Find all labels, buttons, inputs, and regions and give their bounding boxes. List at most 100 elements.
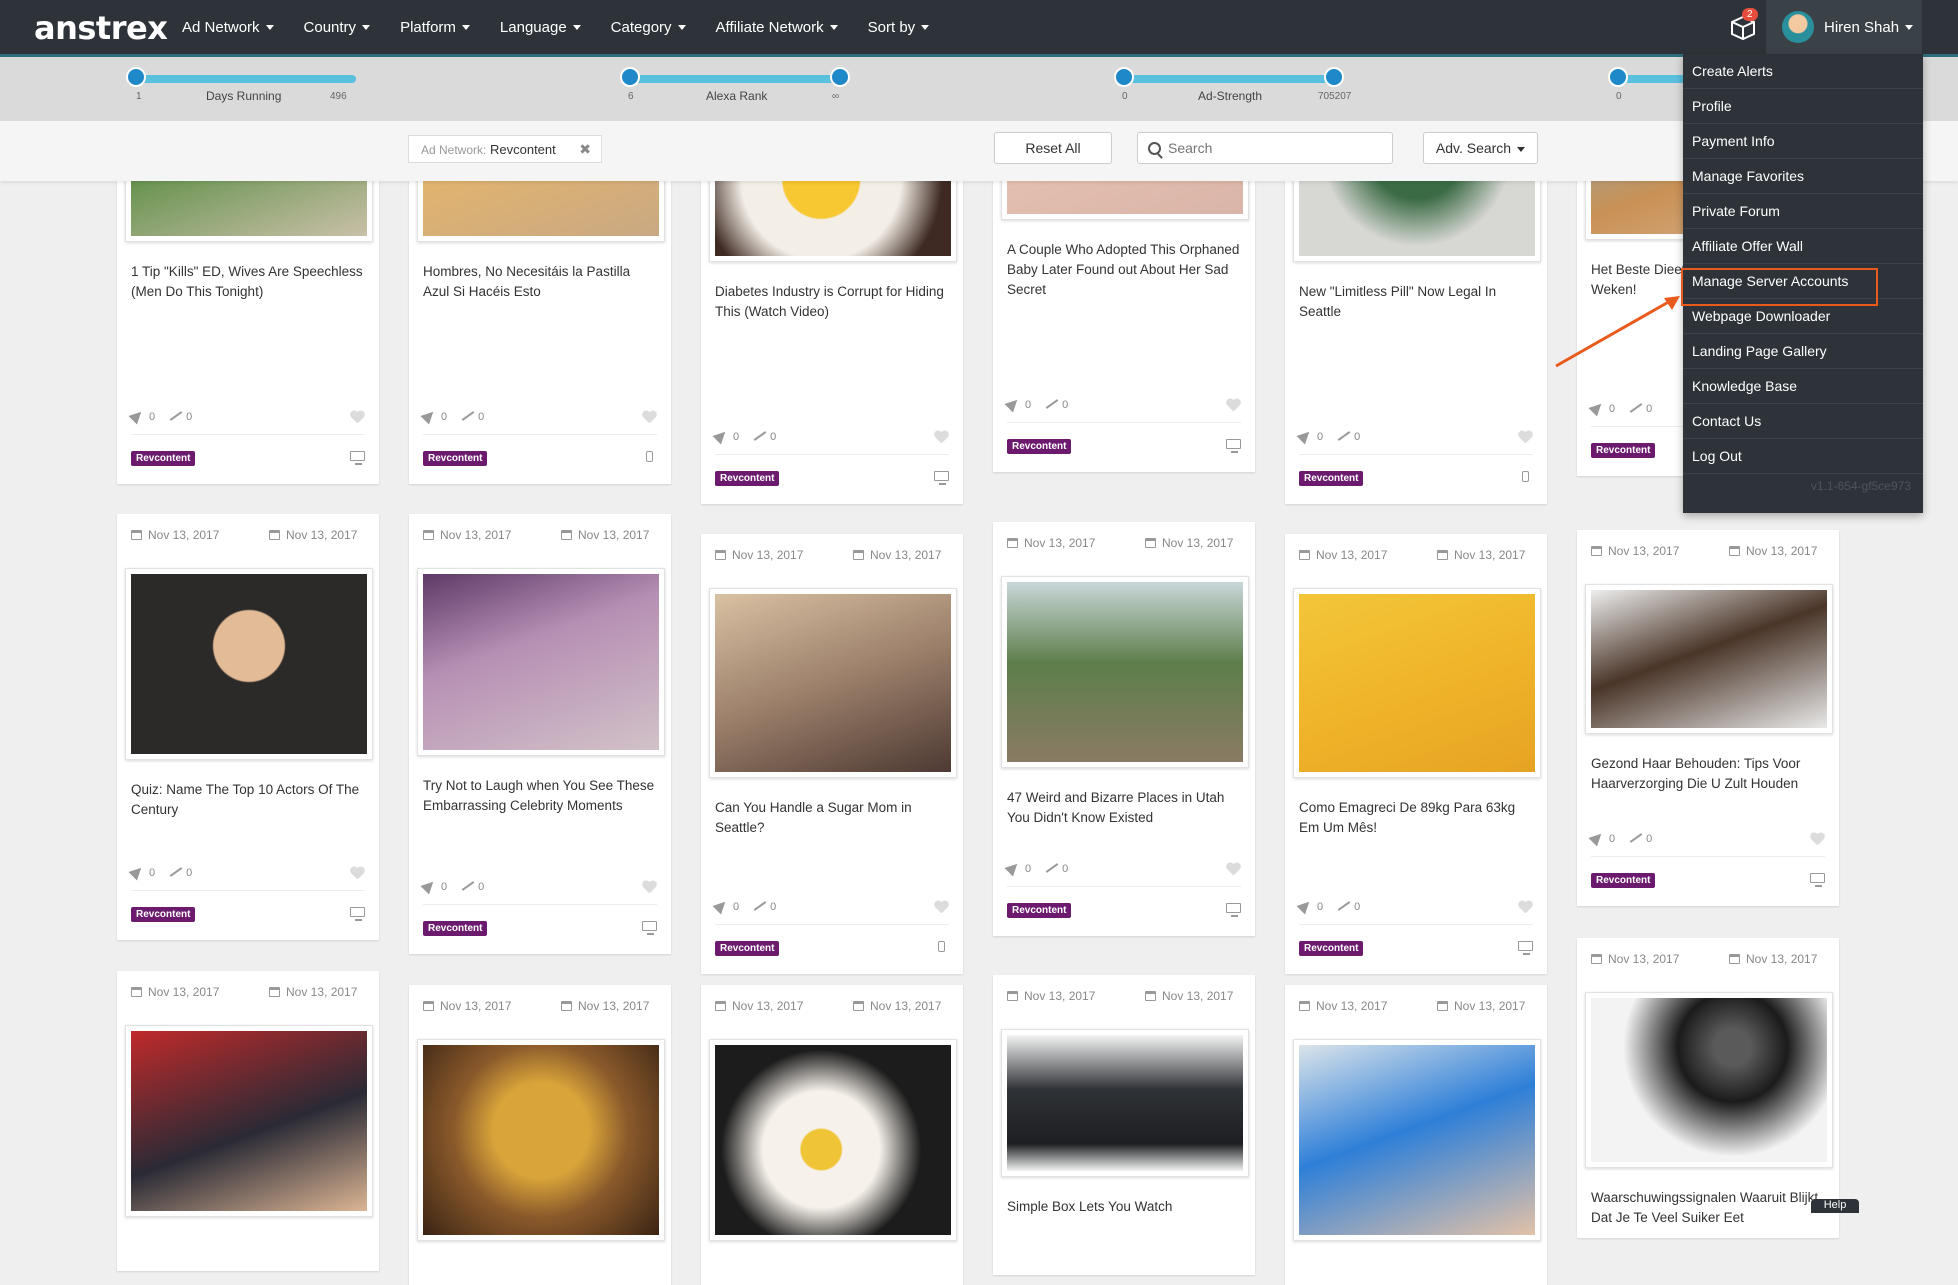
first-seen-date: Nov 13, 2017	[715, 999, 803, 1013]
ad-thumbnail[interactable]	[1293, 588, 1541, 778]
calendar-icon	[1729, 546, 1740, 556]
menu-profile[interactable]: Profile	[1683, 89, 1923, 124]
menu-log-out[interactable]: Log Out	[1683, 439, 1923, 474]
slider-handle-min[interactable]	[1114, 67, 1134, 87]
ad-card[interactable]: Nov 13, 2017 Nov 13, 2017 Try Not to Laugh…	[409, 514, 671, 954]
chevron-down-icon	[829, 25, 838, 31]
last-seen-text: Nov 13, 2017	[1162, 536, 1234, 550]
menu-contact-us[interactable]: Contact Us	[1683, 404, 1923, 439]
trend-icon	[1629, 404, 1642, 413]
ad-title[interactable]: Como Emagreci De 89kg Para 63kg Em Um Mê…	[1299, 798, 1535, 838]
trend-count: 0	[478, 411, 485, 423]
ad-title[interactable]: Waarschuwingssignalen Waaruit Blijkt Dat…	[1591, 1188, 1827, 1228]
menu-create-alerts[interactable]: Create Alerts	[1683, 54, 1923, 89]
ad-image	[131, 574, 367, 754]
menu-affiliate-offer-wall[interactable]: Affiliate Offer Wall	[1683, 229, 1923, 264]
slider-ad-strength[interactable]: 0 Ad-Strength 705207	[1114, 57, 1354, 121]
ad-card[interactable]: Nov 13, 2017 Nov 13, 2017 Gezond Haar Beho…	[1577, 530, 1839, 906]
ad-title[interactable]: Gezond Haar Behouden: Tips Voor Haarverz…	[1591, 754, 1827, 794]
heart-icon[interactable]	[1226, 399, 1241, 412]
heart-icon[interactable]	[1518, 431, 1533, 444]
ad-thumbnail[interactable]	[125, 568, 373, 760]
heart-icon[interactable]	[642, 881, 657, 894]
ad-title[interactable]: Hombres, No Necesitáis la Pastilla Azul …	[423, 262, 659, 302]
first-seen-date: Nov 13, 2017	[1007, 989, 1095, 1003]
ad-card[interactable]: Nov 13, 2017 Nov 13, 2017 Can You Handle a…	[701, 534, 963, 974]
desktop-icon	[934, 471, 949, 485]
ad-card[interactable]: Nov 13, 2017 Nov 13, 2017 Simple Box Lets …	[993, 975, 1255, 1275]
ad-network-badge: Revcontent	[1591, 873, 1656, 888]
ad-title[interactable]: Diabetes Industry is Corrupt for Hiding …	[715, 282, 951, 322]
ad-card[interactable]: Nov 13, 2017 Nov 13, 2017	[701, 985, 963, 1285]
ad-title[interactable]: A Couple Who Adopted This Orphaned Baby …	[1007, 240, 1243, 300]
first-seen-text: Nov 13, 2017	[1316, 999, 1388, 1013]
slider-handle-min[interactable]	[126, 67, 146, 87]
slider-handle-max[interactable]	[830, 67, 850, 87]
ad-title[interactable]: Try Not to Laugh when You See These Emba…	[423, 776, 659, 816]
ad-card[interactable]: Nov 13, 2017 Nov 13, 2017	[117, 971, 379, 1271]
nav-category[interactable]: Category	[611, 19, 686, 36]
nav-language[interactable]: Language	[500, 19, 581, 36]
ad-thumbnail[interactable]	[417, 1039, 665, 1241]
ad-title[interactable]: 47 Weird and Bizarre Places in Utah You …	[1007, 788, 1243, 828]
ad-title[interactable]: Simple Box Lets You Watch	[1007, 1197, 1243, 1217]
card-divider	[423, 434, 657, 435]
help-tab[interactable]: Help	[1811, 1199, 1859, 1213]
slider-handle-max[interactable]	[1324, 67, 1344, 87]
slider-min: 0	[1616, 91, 1622, 102]
chevron-down-icon	[362, 25, 371, 31]
slider-alexa-rank[interactable]: 6 Alexa Rank ∞	[620, 57, 860, 121]
menu-manage-favorites[interactable]: Manage Favorites	[1683, 159, 1923, 194]
ad-title[interactable]: Can You Handle a Sugar Mom in Seattle?	[715, 798, 951, 838]
heart-icon[interactable]	[350, 411, 365, 424]
user-menu-toggle[interactable]: Hiren Shah	[1766, 0, 1922, 54]
ad-thumbnail[interactable]	[1293, 1039, 1541, 1241]
menu-landing-page-gallery[interactable]: Landing Page Gallery	[1683, 334, 1923, 369]
heart-icon[interactable]	[642, 411, 657, 424]
menu-private-forum[interactable]: Private Forum	[1683, 194, 1923, 229]
ad-thumbnail[interactable]	[709, 588, 957, 778]
reset-all-button[interactable]: Reset All	[994, 132, 1112, 164]
nav-sort-by[interactable]: Sort by	[868, 19, 930, 36]
trend-icon	[461, 882, 474, 891]
ad-title[interactable]: New "Limitless Pill" Now Legal In Seattl…	[1299, 282, 1535, 322]
ad-thumbnail[interactable]	[1585, 992, 1833, 1168]
heart-icon[interactable]	[350, 867, 365, 880]
menu-payment-info[interactable]: Payment Info	[1683, 124, 1923, 159]
heart-icon[interactable]	[934, 901, 949, 914]
heart-icon[interactable]	[1226, 863, 1241, 876]
adv-search-button[interactable]: Adv. Search	[1423, 132, 1538, 164]
anstrex-logo[interactable]: anstrex	[34, 9, 168, 47]
search-input[interactable]	[1166, 139, 1390, 157]
slider-handle-min[interactable]	[1608, 67, 1628, 87]
ad-thumbnail[interactable]	[1585, 584, 1833, 734]
slider-handle-min[interactable]	[620, 67, 640, 87]
heart-icon[interactable]	[1810, 833, 1825, 846]
ad-thumbnail[interactable]	[709, 1039, 957, 1241]
ad-card[interactable]: Nov 13, 2017 Nov 13, 2017 47 Weird and Biz…	[993, 522, 1255, 936]
ad-card[interactable]: Nov 13, 2017 Nov 13, 2017 Waarschuwingssig…	[1577, 938, 1839, 1238]
trend-count: 0	[770, 431, 777, 443]
close-icon[interactable]: ✖	[579, 141, 591, 158]
desktop-icon	[350, 451, 365, 465]
ad-card[interactable]: Nov 13, 2017 Nov 13, 2017 Como Emagreci De…	[1285, 534, 1547, 974]
heart-icon[interactable]	[934, 431, 949, 444]
heart-icon[interactable]	[1518, 901, 1533, 914]
ad-thumbnail[interactable]	[125, 1025, 373, 1217]
nav-affiliate-network[interactable]: Affiliate Network	[716, 19, 838, 36]
ad-title[interactable]: Quiz: Name The Top 10 Actors Of The Cent…	[131, 780, 367, 820]
ad-card[interactable]: Nov 13, 2017 Nov 13, 2017	[1285, 985, 1547, 1285]
ad-title[interactable]: 1 Tip "Kills" ED, Wives Are Speechless (…	[131, 262, 367, 302]
ad-thumbnail[interactable]	[417, 568, 665, 756]
ad-card[interactable]: Nov 13, 2017 Nov 13, 2017	[409, 985, 671, 1285]
slider-days-running[interactable]: 1 Days Running 496	[126, 57, 366, 121]
slider-fourth[interactable]: 0	[1608, 57, 1688, 121]
menu-knowledge-base[interactable]: Knowledge Base	[1683, 369, 1923, 404]
nav-country[interactable]: Country	[304, 19, 371, 36]
ad-network-badge: Revcontent	[423, 451, 488, 466]
ad-thumbnail[interactable]	[1001, 1029, 1249, 1177]
nav-ad-network[interactable]: Ad Network	[182, 19, 274, 36]
ad-thumbnail[interactable]	[1001, 576, 1249, 768]
nav-platform[interactable]: Platform	[400, 19, 470, 36]
ad-card[interactable]: Nov 13, 2017 Nov 13, 2017 Quiz: Name The T…	[117, 514, 379, 940]
